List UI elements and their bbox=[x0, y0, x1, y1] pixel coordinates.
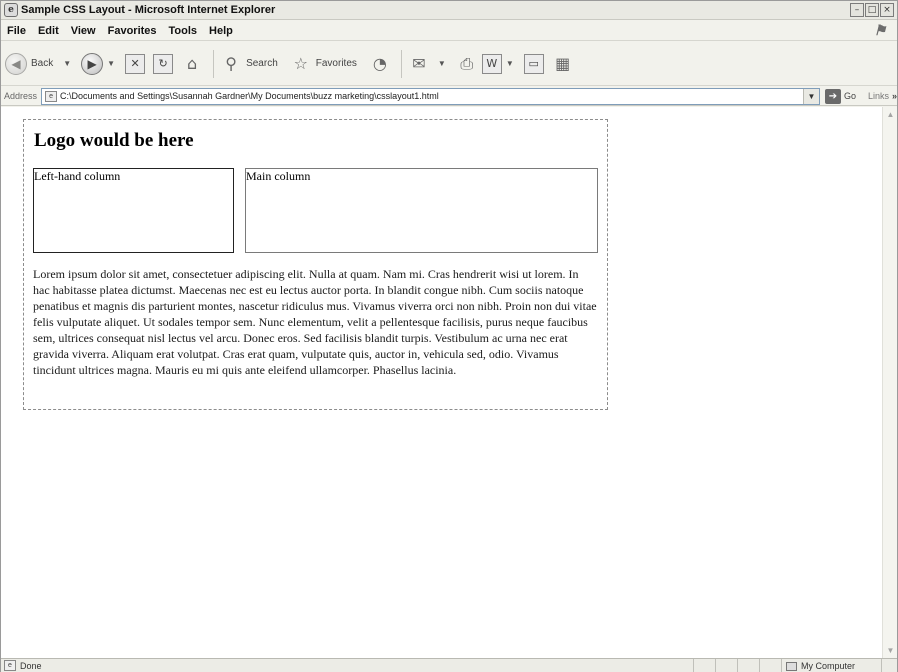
mail-icon: ✉ bbox=[412, 54, 426, 73]
menu-favorites[interactable]: Favorites bbox=[102, 25, 163, 37]
status-pane bbox=[759, 659, 781, 672]
address-field[interactable]: e ▼ bbox=[41, 87, 820, 105]
status-bar: e Done My Computer bbox=[1, 658, 897, 672]
menu-file[interactable]: File bbox=[1, 25, 32, 37]
ie-logo-icon: e bbox=[4, 3, 18, 17]
forward-button[interactable]: ▶ ▼ bbox=[81, 52, 119, 75]
address-input[interactable] bbox=[60, 91, 801, 101]
close-button[interactable]: × bbox=[880, 3, 894, 17]
go-label: Go bbox=[843, 91, 856, 101]
status-pane bbox=[693, 659, 715, 672]
status-panes: My Computer bbox=[693, 659, 897, 672]
discuss-icon[interactable]: ▭ bbox=[523, 53, 544, 74]
scroll-up-icon[interactable]: ▲ bbox=[883, 107, 898, 122]
home-icon[interactable]: ⌂ bbox=[181, 53, 203, 75]
history-icon[interactable]: ◔ bbox=[369, 53, 391, 75]
scroll-down-icon[interactable]: ▼ bbox=[883, 643, 898, 658]
mail-button[interactable]: ✉ ▼ bbox=[408, 53, 450, 75]
window-controls: – □ × bbox=[850, 3, 894, 17]
refresh-icon[interactable]: ↻ bbox=[153, 53, 174, 74]
page-icon: e bbox=[45, 90, 58, 102]
page-container: Logo would be here Left-hand column Main… bbox=[23, 119, 608, 410]
main-column: Main column bbox=[245, 168, 598, 253]
zone-pane: My Computer bbox=[781, 659, 881, 672]
edit-dropdown-icon[interactable]: ▼ bbox=[506, 59, 514, 68]
favorites-star-icon: ☆ bbox=[293, 54, 308, 73]
lorem-paragraph: Lorem ipsum dolor sit amet, consectetuer… bbox=[33, 267, 597, 377]
back-button[interactable]: ◀ Back ▼ bbox=[5, 52, 75, 75]
toolbar-separator bbox=[400, 49, 402, 78]
browser-window: e Sample CSS Layout - Microsoft Internet… bbox=[0, 0, 898, 672]
windows-flag-icon: ⚑ bbox=[873, 23, 887, 39]
address-label: Address bbox=[4, 91, 38, 101]
back-dropdown-icon[interactable]: ▼ bbox=[63, 59, 71, 68]
menu-bar: File Edit View Favorites Tools Help ⚑ bbox=[1, 21, 897, 41]
address-bar: Address e ▼ ➔ Go Links » bbox=[1, 87, 897, 106]
search-icon: ⚲ bbox=[225, 54, 237, 73]
menu-help[interactable]: Help bbox=[203, 25, 239, 37]
my-computer-icon bbox=[786, 661, 797, 671]
back-arrow-icon: ◀ bbox=[5, 52, 27, 75]
minimize-button[interactable]: – bbox=[850, 3, 864, 17]
forward-dropdown-icon[interactable]: ▼ bbox=[107, 59, 115, 68]
stop-icon[interactable]: ✕ bbox=[125, 53, 146, 74]
search-button[interactable]: ⚲ Search bbox=[220, 53, 284, 75]
status-pane bbox=[715, 659, 737, 672]
status-pane bbox=[737, 659, 759, 672]
go-button[interactable]: ➔ Go bbox=[824, 88, 856, 104]
links-chevron-icon[interactable]: » bbox=[892, 91, 897, 101]
resize-grip[interactable] bbox=[881, 659, 897, 672]
research-icon[interactable]: ▦ bbox=[552, 53, 574, 75]
back-label: Back bbox=[31, 58, 54, 69]
page-done-icon: e bbox=[4, 660, 16, 671]
favorites-label: Favorites bbox=[315, 58, 357, 69]
forward-arrow-icon: ▶ bbox=[81, 52, 104, 75]
window-title: Sample CSS Layout - Microsoft Internet E… bbox=[21, 4, 276, 16]
edit-icon: W bbox=[481, 53, 502, 74]
menu-view[interactable]: View bbox=[65, 25, 102, 37]
mail-dropdown-icon[interactable]: ▼ bbox=[438, 59, 446, 68]
menu-tools[interactable]: Tools bbox=[163, 25, 204, 37]
logo-heading: Logo would be here bbox=[34, 130, 194, 151]
toolbar-separator bbox=[213, 49, 215, 78]
maximize-button[interactable]: □ bbox=[865, 3, 879, 17]
search-label: Search bbox=[246, 58, 278, 69]
page-viewport: Logo would be here Left-hand column Main… bbox=[1, 107, 882, 658]
menu-edit[interactable]: Edit bbox=[32, 25, 65, 37]
go-arrow-icon: ➔ bbox=[824, 88, 841, 104]
print-icon[interactable]: ⎙ bbox=[456, 53, 478, 75]
edit-button[interactable]: W ▼ bbox=[481, 53, 518, 74]
left-hand-column: Left-hand column bbox=[33, 168, 234, 253]
vertical-scrollbar[interactable]: ▲ ▼ bbox=[882, 107, 897, 658]
title-bar: e Sample CSS Layout - Microsoft Internet… bbox=[1, 1, 897, 20]
address-dropdown-icon[interactable]: ▼ bbox=[802, 88, 819, 104]
links-button[interactable]: Links bbox=[868, 91, 889, 101]
zone-label: My Computer bbox=[801, 661, 856, 671]
favorites-button[interactable]: ☆ Favorites bbox=[290, 53, 363, 75]
toolbar: ◀ Back ▼ ▶ ▼ ✕ ↻ ⌂ ⚲ Search ☆ Favorites … bbox=[1, 42, 897, 86]
status-text: Done bbox=[20, 660, 42, 671]
